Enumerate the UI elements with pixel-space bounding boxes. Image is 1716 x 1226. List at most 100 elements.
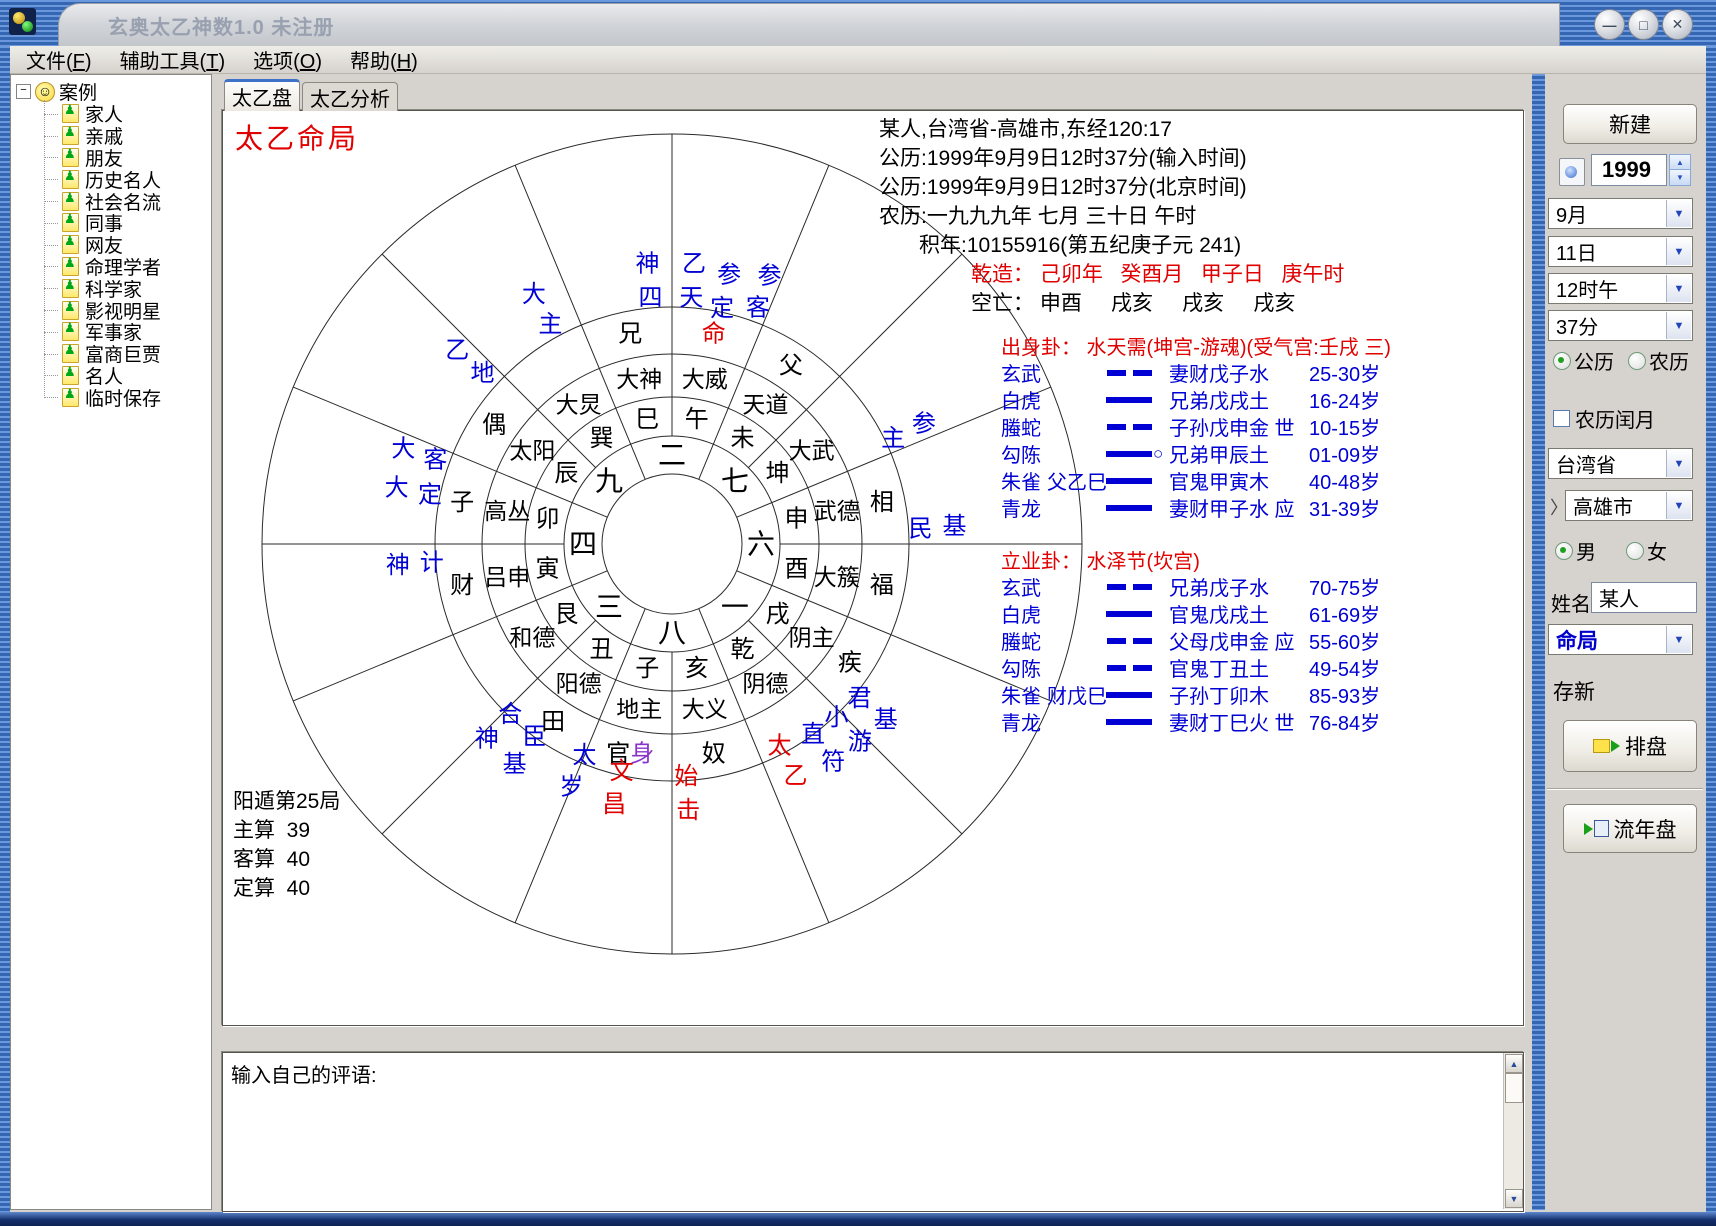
ring-number: 六 <box>747 529 775 560</box>
radio-icon[interactable] <box>1628 352 1646 370</box>
yang-line-icon <box>1105 478 1153 484</box>
minimize-button[interactable]: — <box>1594 9 1625 40</box>
tree-item-家人[interactable]: 家人 <box>38 103 211 125</box>
line-relation-label: 子孙丁卯木 <box>1169 680 1309 709</box>
ring-branch: 巳 <box>635 406 659 433</box>
chevron-down-icon[interactable]: ▼ <box>1666 275 1691 302</box>
info-line: 农历:一九九九年 七月 三十日 午时 <box>879 202 1344 231</box>
ring-god: 天道 <box>742 391 788 417</box>
comment-panel[interactable]: 输入自己的评语: ▲ ▼ <box>222 1052 1524 1212</box>
deity-char: 直 <box>801 721 825 748</box>
stat-line: 阳遁第25局 <box>233 787 340 816</box>
titlebar: 玄奥太乙神数1.0 未注册 — □ ✕ <box>0 0 1716 46</box>
tree-item-同事[interactable]: 同事 <box>38 212 211 234</box>
chevron-down-icon[interactable]: ▼ <box>1666 238 1691 265</box>
liunian-button[interactable]: 流年盘 <box>1563 804 1697 853</box>
menu-item[interactable]: 选项(O) <box>253 45 322 74</box>
note-icon <box>1593 739 1610 753</box>
case-doc-icon <box>62 148 79 167</box>
case-doc-icon <box>62 322 79 341</box>
radio-option-女[interactable]: 女 <box>1626 536 1667 565</box>
new-button[interactable]: 新建 <box>1563 104 1697 144</box>
hexagram-header: 出身卦： 水天需(坤宫-游魂)(受气宫:壬戌 三) <box>1001 331 1381 359</box>
minute-value: 37分 <box>1556 311 1598 340</box>
deity-label-民基: 民基 <box>909 513 967 542</box>
tree-item-临时保存[interactable]: 临时保存 <box>38 386 211 408</box>
paipan-button[interactable]: 排盘 <box>1563 720 1697 772</box>
radio-option-男[interactable]: 男 <box>1555 536 1596 565</box>
tab-taiyi-pan[interactable]: 太乙盘 <box>224 79 300 111</box>
deity-char: 基 <box>942 513 966 540</box>
case-tree-panel: − ☺ 案例 家人亲戚朋友历史名人社会名流同事网友命理学者科学家影视明星军事家富… <box>10 74 212 1210</box>
yang-line-icon <box>1105 611 1153 617</box>
tree-item-亲戚[interactable]: 亲戚 <box>38 125 211 147</box>
name-input[interactable]: 某人 <box>1591 582 1697 613</box>
gender-radios: 男女 <box>1555 536 1667 565</box>
age-range-label: 10-15岁 <box>1309 412 1381 441</box>
save-new-label[interactable]: 存新 <box>1553 676 1595 706</box>
smiley-icon: ☺ <box>35 82 55 102</box>
menu-item[interactable]: 帮助(H) <box>350 45 418 74</box>
day-select[interactable]: 11日 ▼ <box>1548 236 1693 267</box>
spin-up-icon[interactable]: ▲ <box>1670 155 1690 170</box>
deity-char: 主 <box>881 425 905 452</box>
radio-label: 女 <box>1647 536 1667 565</box>
deity-char: 参 <box>912 410 936 437</box>
scroll-up-icon[interactable]: ▲ <box>1505 1054 1523 1073</box>
menu-item[interactable]: 辅助工具(T) <box>120 45 226 74</box>
province-value: 台湾省 <box>1556 449 1616 478</box>
collapse-icon[interactable]: − <box>16 84 31 99</box>
radio-option-公历[interactable]: 公历 <box>1553 346 1614 375</box>
yang-line-icon <box>1105 719 1153 725</box>
six-god-label: 白虎 <box>1001 385 1047 414</box>
tree-item-富商巨贾[interactable]: 富商巨贾 <box>38 343 211 365</box>
tree-item-社会名流[interactable]: 社会名流 <box>38 190 211 212</box>
yin-line-icon <box>1105 584 1153 590</box>
close-button[interactable]: ✕ <box>1662 9 1693 40</box>
chevron-down-icon[interactable]: ▼ <box>1666 626 1691 653</box>
sidebar-divider <box>1547 788 1703 790</box>
line-relation-label: 官鬼戊戌土 <box>1169 599 1309 628</box>
city-select[interactable]: 高雄市 ▼ <box>1565 490 1693 521</box>
minute-select[interactable]: 37分 ▼ <box>1548 310 1693 341</box>
stat-line: 定算 40 <box>233 874 340 903</box>
hour-select[interactable]: 12时午 ▼ <box>1548 273 1693 304</box>
ring-palace: 奴 <box>702 740 726 767</box>
radio-option-农历[interactable]: 农历 <box>1628 346 1689 375</box>
menu-item[interactable]: 文件(F) <box>26 45 92 74</box>
radio-icon[interactable] <box>1553 352 1571 370</box>
checkbox-icon[interactable] <box>1553 410 1570 427</box>
chevron-down-icon[interactable]: ▼ <box>1666 492 1691 519</box>
comment-label: 输入自己的评语: <box>231 1059 377 1088</box>
mode-select[interactable]: 命局 ▼ <box>1548 624 1693 655</box>
chevron-down-icon[interactable]: ▼ <box>1666 312 1691 339</box>
year-input[interactable]: 1999 <box>1591 154 1667 186</box>
app-window: 玄奥太乙神数1.0 未注册 — □ ✕ 文件(F) 辅助工具(T) 选项(O) 帮助(… <box>0 0 1716 1226</box>
hexagram-row: 朱雀财戊巳子孙丁卯木85-93岁 <box>1001 681 1381 708</box>
radio-label: 农历 <box>1649 346 1689 375</box>
scroll-down-icon[interactable]: ▼ <box>1505 1189 1523 1208</box>
line-relation-label: 妻财戊子水 <box>1169 358 1309 387</box>
radio-icon[interactable] <box>1555 542 1573 560</box>
deity-char: 基 <box>503 751 527 778</box>
ring-god: 大威 <box>682 366 728 392</box>
radio-icon[interactable] <box>1626 542 1644 560</box>
year-spinner[interactable]: ▲ ▼ <box>1669 154 1691 186</box>
tree-item-label: 临时保存 <box>85 384 161 411</box>
ring-branch: 酉 <box>785 555 809 582</box>
deity-char: 游 <box>848 729 872 756</box>
maximize-button[interactable]: □ <box>1628 9 1659 40</box>
comment-scrollbar[interactable]: ▲ ▼ <box>1503 1053 1523 1209</box>
spin-down-icon[interactable]: ▼ <box>1670 169 1690 185</box>
leap-month-checkbox-row[interactable]: 农历闰月 <box>1553 404 1655 433</box>
province-select[interactable]: 台湾省 ▼ <box>1548 448 1693 479</box>
scrollbar-thumb[interactable] <box>1505 1073 1523 1103</box>
ring-branch: 艮 <box>554 601 578 628</box>
leap-month-label: 农历闰月 <box>1575 404 1655 433</box>
ring-god: 和德 <box>509 624 555 650</box>
hexagram-row: 玄武兄弟戊子水70-75岁 <box>1001 573 1381 600</box>
month-select[interactable]: 9月 ▼ <box>1548 198 1693 229</box>
chevron-down-icon[interactable]: ▼ <box>1666 200 1691 227</box>
chevron-down-icon[interactable]: ▼ <box>1666 450 1691 477</box>
tab-taiyi-analysis[interactable]: 太乙分析 <box>302 82 398 111</box>
